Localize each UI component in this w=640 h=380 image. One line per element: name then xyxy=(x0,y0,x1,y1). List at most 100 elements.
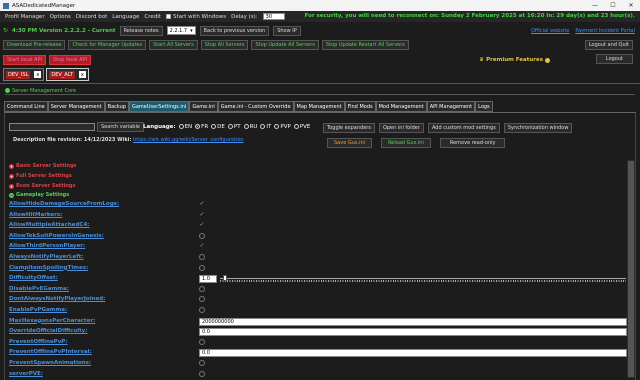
official-website-link[interactable]: Official website xyxy=(531,28,569,34)
setting-text-field[interactable]: 0.0 xyxy=(199,349,627,358)
setting-name[interactable]: PreventOfflinePvP: xyxy=(9,339,68,345)
lang-pve[interactable]: PVE xyxy=(293,124,310,130)
version-select[interactable]: 2.2.1.7 ▾ xyxy=(166,26,196,35)
menu-language[interactable]: Language xyxy=(112,14,139,20)
setting-checkbox[interactable] xyxy=(199,285,205,292)
setting-name[interactable]: AllowMultipleAttachedC4: xyxy=(9,222,89,228)
toggle-expanders-button[interactable]: Toggle expanders xyxy=(323,123,375,133)
menu-discord-bot[interactable]: Discord bot xyxy=(76,14,107,20)
slider-value-input[interactable]: 1.0 xyxy=(199,275,217,284)
stop-all-servers-button[interactable]: Stop All Servers xyxy=(200,40,249,50)
tab-command-line[interactable]: Command Line xyxy=(4,101,48,112)
start-all-servers-button[interactable]: Start All Servers xyxy=(149,40,198,50)
setting-name[interactable]: MaxHexagonsPerCharacter: xyxy=(9,318,95,324)
tab-backup[interactable]: Backup xyxy=(104,101,129,112)
premium-features[interactable]: ♛ Premium Features xyxy=(479,57,550,63)
search-variable-button[interactable]: Search variable xyxy=(97,122,144,132)
lang-it[interactable]: IT xyxy=(260,124,271,130)
setting-name[interactable]: DontAlwaysNotifyPlayerJoined: xyxy=(9,296,105,302)
section-basic-server[interactable]: + Basic Server Settings xyxy=(9,163,77,169)
setting-checkbox[interactable] xyxy=(199,296,205,303)
setting-checkbox[interactable] xyxy=(199,360,205,366)
scrollbar[interactable] xyxy=(627,160,635,378)
delay-input[interactable]: 30 xyxy=(262,13,285,20)
close-button[interactable]: ✕ xyxy=(622,2,640,9)
release-notes-button[interactable]: Release notes xyxy=(119,25,163,36)
setting-checkbox[interactable] xyxy=(199,338,205,345)
lang-de[interactable]: DE xyxy=(211,124,225,130)
tab-game-ini[interactable]: Game.ini xyxy=(189,101,218,112)
stop-local-api-button[interactable]: Stop local API xyxy=(48,55,92,65)
section-rcon-server[interactable]: + Rcon Server Settings xyxy=(9,183,75,189)
setting-name[interactable]: ClampItemSpoilingTimes: xyxy=(9,265,88,271)
tab-gameusersettings[interactable]: GameUserSettings.ini xyxy=(128,101,190,112)
server-core-expander[interactable]: Server Management Core xyxy=(5,87,635,95)
start-local-api-button[interactable]: Start local API xyxy=(3,55,46,65)
setting-checkbox[interactable] xyxy=(199,254,205,260)
lang-fr[interactable]: FR xyxy=(195,124,208,130)
menu-profil-manager[interactable]: Profil Manager xyxy=(5,14,45,20)
close-tab-icon[interactable]: x xyxy=(78,71,86,78)
setting-name[interactable]: AlwaysNotifyPlayerLeft: xyxy=(9,254,83,260)
setting-name[interactable]: OverrideOfficialDifficulty: xyxy=(9,328,88,334)
setting-checkbox[interactable]: ✓ xyxy=(199,211,205,218)
lang-pvp[interactable]: PVP xyxy=(274,124,291,130)
setting-name[interactable]: PreventSpawnAnimations: xyxy=(9,360,91,366)
setting-checkbox[interactable] xyxy=(199,307,205,313)
server-tab-dev-alt[interactable]: DEV_ALT x xyxy=(46,68,89,81)
setting-name[interactable]: DifficultyOffset: xyxy=(9,275,58,281)
setting-checkbox[interactable]: ✓ xyxy=(199,243,205,249)
tab-api-management[interactable]: API Management xyxy=(426,101,476,112)
menu-credit[interactable]: Credit xyxy=(144,14,161,20)
setting-name[interactable]: AllowHideDamageSourceFromLogs: xyxy=(9,201,119,207)
setting-name[interactable]: DisablePvEGamma: xyxy=(9,286,69,292)
download-prerelease-button[interactable]: Download Pre-release xyxy=(3,40,66,50)
setting-checkbox[interactable] xyxy=(199,370,205,377)
slider-thumb[interactable] xyxy=(223,275,227,282)
tab-server-management[interactable]: Server Management xyxy=(47,101,105,112)
show-ip-button[interactable]: Show IP xyxy=(273,25,301,36)
difficulty-slider[interactable] xyxy=(220,275,626,283)
tab-logs[interactable]: Logs xyxy=(475,101,493,112)
synchronization-window-button[interactable]: Synchronization window xyxy=(503,123,573,133)
lang-ru[interactable]: RU xyxy=(243,124,257,130)
logout-button[interactable]: Logout xyxy=(595,54,633,64)
server-tab-dev-isl[interactable]: DEV_ISL x xyxy=(3,68,45,81)
tab-find-mods[interactable]: Find Mods xyxy=(344,101,376,112)
setting-name[interactable]: EnablePvPGamma: xyxy=(9,307,67,313)
remove-readonly-button[interactable]: Remove read-only xyxy=(439,138,506,148)
wiki-link[interactable]: https://ark.wiki.gg/wiki/Server_configur… xyxy=(133,137,243,143)
stop-update-restart-all-button[interactable]: Stop Update Restart All Servers xyxy=(321,40,409,50)
setting-checkbox[interactable]: ✓ xyxy=(199,222,205,228)
setting-checkbox[interactable]: ✓ xyxy=(199,201,205,207)
tab-map-management[interactable]: Map Management xyxy=(293,101,345,112)
payment-portal-link[interactable]: Payment Incident Portal xyxy=(575,28,635,34)
stop-update-all-button[interactable]: Stop Update All Servers xyxy=(251,40,319,50)
close-tab-icon[interactable]: x xyxy=(34,71,42,78)
start-with-windows-checkbox[interactable]: Start with Windows xyxy=(165,13,226,20)
save-gus-button[interactable]: Save Gus.ini xyxy=(327,138,373,148)
reload-gus-button[interactable]: Reload Gus.ini xyxy=(381,138,431,148)
setting-name[interactable]: AllowThirdPersonPlayer: xyxy=(9,243,85,249)
scrollbar-thumb[interactable] xyxy=(628,161,634,377)
setting-checkbox[interactable] xyxy=(199,264,205,271)
check-updates-button[interactable]: Check for Manager Updates xyxy=(68,40,147,50)
add-custom-mod-settings-button[interactable]: Add custom mod settings xyxy=(427,123,500,133)
open-ini-folder-button[interactable]: Open ini folder xyxy=(378,123,424,133)
minimize-button[interactable]: — xyxy=(586,2,604,9)
section-gameplay[interactable]: − Gameplay Settings xyxy=(9,192,69,198)
setting-checkbox[interactable] xyxy=(199,232,205,239)
maximize-button[interactable]: ☐ xyxy=(604,2,622,9)
logout-and-quit-button[interactable]: Logout and Quit xyxy=(584,40,633,50)
setting-name[interactable]: PreventOfflinePvPInterval: xyxy=(9,349,92,355)
section-full-server[interactable]: + Full Server Settings xyxy=(9,173,72,179)
tab-mod-management[interactable]: Mod Management xyxy=(375,101,427,112)
setting-name[interactable]: serverPVE: xyxy=(9,371,43,377)
setting-name[interactable]: AllowHitMarkers: xyxy=(9,212,62,218)
search-input[interactable] xyxy=(9,123,95,131)
tab-game-ini-custom[interactable]: Game.ini - Custom Override xyxy=(217,101,294,112)
lang-en[interactable]: EN xyxy=(178,124,192,130)
back-previous-version-button[interactable]: Back to previous version xyxy=(199,25,270,36)
setting-text-field[interactable]: 0.0 xyxy=(199,328,627,337)
menu-options[interactable]: Options xyxy=(50,14,71,20)
